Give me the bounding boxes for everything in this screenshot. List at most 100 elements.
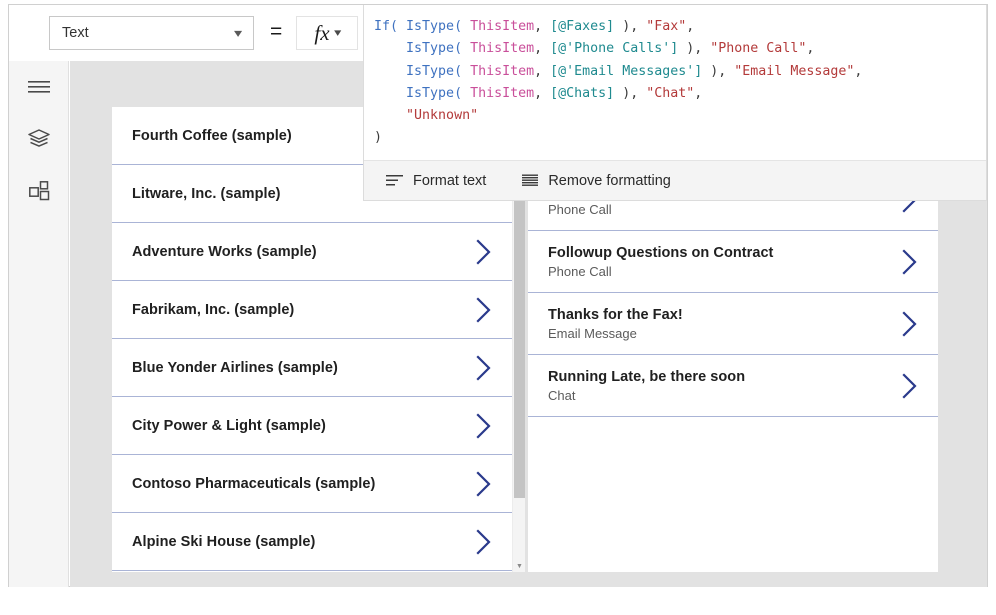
formula-token: , <box>534 63 551 79</box>
formula-token: , <box>694 85 703 101</box>
formula-token: , <box>806 41 815 57</box>
chevron-right-icon[interactable] <box>470 411 496 441</box>
formula-token: ), <box>702 63 735 79</box>
gallery-item-texts: Contoso Pharmaceuticals (sample) <box>132 476 470 492</box>
format-text-label: Format text <box>413 172 487 189</box>
fx-icon: fx <box>314 20 330 45</box>
format-text-icon <box>386 174 403 187</box>
formula-token: IsType( <box>406 19 471 34</box>
app-root: Text ▾ = fx ▾ Fourth Coffee (sample) Lit… <box>0 0 996 615</box>
gallery-activities-item[interactable]: Running Late, be there soon Chat <box>528 355 938 417</box>
gallery-activities-item[interactable]: Followup Questions on Contract Phone Call <box>528 231 938 293</box>
chevron-right-icon[interactable] <box>470 295 496 325</box>
components-grid-icon[interactable] <box>23 175 55 207</box>
formula-token: IsType( <box>406 63 471 79</box>
formula-line: IsType( ThisItem, [@'Email Messages'] ),… <box>374 61 986 83</box>
formula-token: ) <box>374 130 383 146</box>
formula-token: [@'Phone Calls'] <box>550 41 679 57</box>
formula-line: If( IsType( ThisItem, [@Faxes] ), "Fax", <box>374 16 986 38</box>
gallery-item-title: Alpine Ski House (sample) <box>132 533 316 550</box>
gallery-activities-item[interactable]: Thanks for the Fax! Email Message <box>528 293 938 355</box>
gallery-item-texts: Adventure Works (sample) <box>132 244 470 260</box>
chevron-down-icon: ▾ <box>333 26 341 39</box>
formula-token: ThisItem <box>470 41 535 57</box>
formula-token: ), <box>678 41 711 57</box>
formula-token: "Email Message" <box>734 63 855 79</box>
scroll-down-icon[interactable]: ▼ <box>513 560 526 572</box>
app-window: Text ▾ = fx ▾ Fourth Coffee (sample) Lit… <box>8 4 988 587</box>
formula-toolbar: Format text Remove formatting <box>364 160 986 200</box>
gallery-item-texts: Running Late, be there soon Chat <box>548 369 896 403</box>
formula-token: ThisItem <box>470 19 535 34</box>
fx-button[interactable]: fx ▾ <box>296 16 359 50</box>
chevron-right-icon[interactable] <box>470 237 496 267</box>
formula-token <box>374 86 406 101</box>
gallery-item-texts: Fabrikam, Inc. (sample) <box>132 302 470 318</box>
remove-formatting-button[interactable]: Remove formatting <box>522 173 671 189</box>
formula-token: , <box>534 19 551 34</box>
formula-token: "Unknown" <box>406 108 479 124</box>
chevron-right-icon[interactable] <box>470 469 496 499</box>
formula-token: "Chat" <box>646 85 695 101</box>
gallery-activities-empty-area <box>528 417 938 572</box>
chevron-right-icon[interactable] <box>470 527 496 557</box>
gallery-item-title: Followup Questions on Contract <box>548 244 774 261</box>
formula-token: IsType( <box>406 41 471 57</box>
gallery-item-subtitle: Chat <box>548 387 576 403</box>
property-select-value: Text <box>62 25 89 41</box>
formula-token <box>374 108 406 123</box>
gallery-item-subtitle: Email Message <box>548 325 637 341</box>
hamburger-menu-icon[interactable] <box>23 71 55 103</box>
formula-token: ), <box>614 85 647 101</box>
chevron-right-icon[interactable] <box>470 353 496 383</box>
remove-formatting-label: Remove formatting <box>548 172 671 189</box>
left-icon-rail <box>9 61 69 587</box>
equals-sign: = <box>270 20 283 43</box>
gallery-item-subtitle: Phone Call <box>548 263 612 279</box>
gallery-accounts-item[interactable]: Adventure Works (sample) <box>112 223 512 281</box>
chevron-right-icon[interactable] <box>896 371 922 401</box>
gallery-item-title: Blue Yonder Airlines (sample) <box>132 359 338 376</box>
gallery-item-title: City Power & Light (sample) <box>132 417 326 434</box>
formula-token: [@Faxes] <box>550 19 615 34</box>
format-text-button[interactable]: Format text <box>386 173 486 189</box>
gallery-item-title: Running Late, be there soon <box>548 368 746 385</box>
gallery-accounts-item[interactable]: Fabrikam, Inc. (sample) <box>112 281 512 339</box>
gallery-item-texts: City Power & Light (sample) <box>132 418 470 434</box>
chevron-right-icon[interactable] <box>896 247 922 277</box>
formula-token: [@'Email Messages'] <box>550 63 703 79</box>
tree-view-layers-icon[interactable] <box>23 123 55 155</box>
formula-line: IsType( ThisItem, [@Chats] ), "Chat", <box>374 83 986 105</box>
formula-token: ), <box>614 19 647 34</box>
formula-token: , <box>534 85 551 101</box>
gallery-item-title: Fabrikam, Inc. (sample) <box>132 301 295 318</box>
formula-token: [@Chats] <box>550 85 615 101</box>
formula-token <box>374 64 406 79</box>
gallery-item-texts: Alpine Ski House (sample) <box>132 534 470 550</box>
formula-line: ) <box>374 127 986 149</box>
formula-token: , <box>854 63 863 79</box>
formula-token: If( <box>374 19 407 34</box>
formula-token: ThisItem <box>470 85 535 101</box>
formula-token: IsType( <box>406 85 471 101</box>
gallery-item-title: Contoso Pharmaceuticals (sample) <box>132 475 376 492</box>
formula-token: , <box>686 19 695 34</box>
formula-editor-overlay[interactable]: If( IsType( ThisItem, [@Faxes] ), "Fax",… <box>363 5 987 201</box>
gallery-accounts-item[interactable]: Alpine Ski House (sample) <box>112 513 512 571</box>
gallery-accounts-item[interactable]: Blue Yonder Airlines (sample) <box>112 339 512 397</box>
gallery-accounts-item[interactable]: City Power & Light (sample) <box>112 397 512 455</box>
gallery-item-texts: Blue Yonder Airlines (sample) <box>132 360 470 376</box>
gallery-item-title: Thanks for the Fax! <box>548 306 683 323</box>
gallery-item-texts: Thanks for the Fax! Email Message <box>548 307 896 341</box>
gallery-item-texts: Followup Questions on Contract Phone Call <box>548 245 896 279</box>
formula-code[interactable]: If( IsType( ThisItem, [@Faxes] ), "Fax",… <box>364 5 986 160</box>
formula-token: ThisItem <box>470 63 535 79</box>
chevron-down-icon: ▾ <box>233 26 243 40</box>
formula-token: "Phone Call" <box>710 41 807 57</box>
gallery-accounts-item[interactable]: Contoso Pharmaceuticals (sample) <box>112 455 512 513</box>
chevron-right-icon[interactable] <box>896 309 922 339</box>
property-select[interactable]: Text ▾ <box>49 16 254 50</box>
formula-token <box>374 41 406 56</box>
formula-token: , <box>534 41 551 57</box>
gallery-item-subtitle: Phone Call <box>548 201 612 217</box>
